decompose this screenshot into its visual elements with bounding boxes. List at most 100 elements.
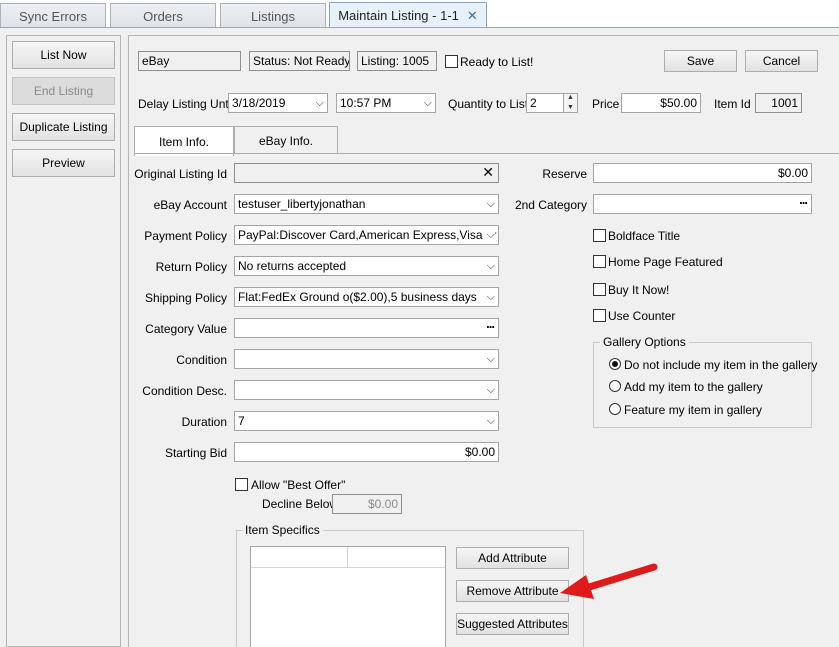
ready-to-list-checkbox[interactable] (445, 55, 458, 68)
tab-ebay-info[interactable]: eBay Info. (234, 126, 338, 154)
tab-label: Listings (250, 8, 296, 24)
cancel-button[interactable]: Cancel (745, 50, 818, 72)
gallery-feature-label: Feature my item in gallery (624, 403, 763, 417)
grid-header-line (251, 567, 445, 568)
duplicate-listing-button[interactable]: Duplicate Listing (12, 113, 115, 141)
gallery-none-radio[interactable] (609, 358, 621, 370)
buy-it-now-checkbox[interactable] (593, 283, 606, 296)
quantity-value: 2 (530, 96, 537, 110)
return-policy-value: No returns accepted (238, 259, 347, 273)
list-now-button[interactable]: List Now (12, 41, 115, 69)
quantity-stepper[interactable]: 2 ▲ ▼ (526, 93, 578, 113)
tab-listings[interactable]: Listings (220, 3, 326, 28)
second-category-label: 2nd Category (514, 198, 587, 212)
category-value-field[interactable]: ... (234, 318, 499, 338)
grid-column-divider (347, 547, 348, 567)
tab-divider (134, 153, 839, 154)
item-id-field: 1001 (755, 93, 802, 113)
price-label: Price (592, 97, 620, 111)
item-id-label: Item Id (714, 97, 751, 111)
shipping-policy-label: Shipping Policy (144, 291, 227, 305)
boldface-title-checkbox[interactable] (593, 229, 606, 242)
condition-select[interactable]: ⌵ (234, 349, 499, 369)
document-tab-strip: Sync Errors Orders Listings Maintain Lis… (0, 0, 839, 28)
duration-value: 7 (238, 414, 245, 428)
home-page-featured-checkbox[interactable] (593, 255, 606, 268)
tab-label: Maintain Listing - 1-1 (338, 8, 459, 23)
shipping-policy-value: Flat:FedEx Ground o($2.00),5 business da… (238, 290, 477, 304)
tab-item-info[interactable]: Item Info. (134, 126, 234, 156)
remove-attribute-button[interactable]: Remove Attribute (456, 580, 569, 602)
allow-best-offer-checkbox[interactable] (235, 478, 248, 491)
chevron-down-icon[interactable]: ⌵ (487, 350, 495, 368)
condition-label: Condition (176, 353, 227, 367)
add-attribute-button[interactable]: Add Attribute (456, 547, 569, 569)
tab-orders[interactable]: Orders (110, 3, 216, 28)
original-listing-field[interactable]: ✕ (234, 163, 499, 183)
gallery-feature-radio[interactable] (609, 403, 621, 415)
chevron-down-icon[interactable]: ⌵ (424, 94, 432, 112)
ellipsis-icon[interactable]: ... (486, 319, 495, 331)
price-input[interactable]: $50.00 (621, 93, 701, 113)
save-button[interactable]: Save (664, 50, 737, 72)
home-page-featured-label: Home Page Featured (608, 255, 723, 269)
annotation-arrow-icon (560, 563, 658, 599)
chevron-down-icon[interactable]: ⌵ (483, 288, 495, 306)
gallery-add-radio[interactable] (609, 380, 621, 392)
use-counter-label: Use Counter (608, 309, 676, 323)
payment-policy-label: Payment Policy (144, 229, 227, 243)
ebay-account-select[interactable]: testuser_libertyjonathan ⌵ (234, 194, 499, 214)
status-field: Status: Not Ready (249, 51, 350, 71)
tab-label: Orders (143, 8, 183, 24)
tab-sync-errors[interactable]: Sync Errors (0, 3, 106, 28)
return-policy-label: Return Policy (155, 260, 227, 274)
delay-date-value: 3/18/2019 (232, 96, 286, 110)
spin-down-icon[interactable]: ▼ (564, 103, 577, 112)
delay-listing-label: Delay Listing Until (138, 97, 235, 111)
item-specifics-title: Item Specifics (242, 523, 323, 537)
original-listing-label: Original Listing Id (134, 167, 227, 181)
delay-time-value: 10:57 PM (340, 96, 392, 110)
chevron-down-icon[interactable]: ⌵ (487, 412, 495, 430)
chevron-down-icon[interactable]: ⌵ (487, 257, 495, 275)
allow-best-offer-label: Allow "Best Offer" (251, 478, 346, 492)
reserve-input[interactable]: $0.00 (593, 163, 812, 183)
decline-below-input[interactable]: $0.00 (332, 494, 402, 514)
second-category-field[interactable]: ... (593, 194, 812, 214)
chevron-down-icon[interactable]: ⌵ (487, 381, 495, 399)
boldface-title-label: Boldface Title (608, 229, 681, 243)
starting-bid-input[interactable]: $0.00 (234, 442, 499, 462)
preview-button[interactable]: Preview (12, 149, 115, 177)
suggested-attributes-button[interactable]: Suggested Attributes (456, 613, 569, 635)
decline-below-label: Decline Below (262, 497, 339, 511)
attributes-grid[interactable] (250, 546, 446, 647)
tab-maintain-listing[interactable]: Maintain Listing - 1-1 ✕ (329, 2, 487, 28)
chevron-down-icon[interactable]: ⌵ (483, 226, 495, 244)
quantity-label: Quantity to List (448, 97, 529, 111)
condition-desc-label: Condition Desc. (142, 384, 227, 398)
shipping-policy-select[interactable]: Flat:FedEx Ground o($2.00),5 business da… (234, 287, 499, 307)
end-listing-button[interactable]: End Listing (12, 77, 115, 105)
starting-bid-label: Starting Bid (164, 446, 227, 460)
ellipsis-icon[interactable]: ... (799, 195, 808, 207)
use-counter-checkbox[interactable] (593, 309, 606, 322)
close-tab-icon[interactable]: ✕ (467, 8, 478, 24)
delay-date-picker[interactable]: 3/18/2019 ⌵ (228, 93, 328, 113)
gallery-none-label: Do not include my item in the gallery (624, 358, 818, 372)
payment-policy-select[interactable]: PayPal:Discover Card,American Express,Vi… (234, 225, 499, 245)
gallery-options-title: Gallery Options (600, 335, 689, 349)
tab-label: Sync Errors (19, 8, 87, 24)
condition-desc-select[interactable]: ⌵ (234, 380, 499, 400)
payment-policy-value: PayPal:Discover Card,American Express,Vi… (238, 228, 497, 242)
spin-up-icon[interactable]: ▲ (564, 94, 577, 103)
duration-select[interactable]: 7 ⌵ (234, 411, 499, 431)
chevron-down-icon[interactable]: ⌵ (316, 94, 324, 112)
spin-buttons[interactable]: ▲ ▼ (563, 94, 577, 112)
category-value-label: Category Value (145, 322, 227, 336)
listing-number-field: Listing: 1005 (357, 51, 437, 71)
return-policy-select[interactable]: No returns accepted ⌵ (234, 256, 499, 276)
clear-icon[interactable]: ✕ (482, 164, 494, 181)
chevron-down-icon[interactable]: ⌵ (487, 195, 495, 213)
ready-to-list-label: Ready to List! (460, 55, 534, 69)
delay-time-picker[interactable]: 10:57 PM ⌵ (336, 93, 436, 113)
